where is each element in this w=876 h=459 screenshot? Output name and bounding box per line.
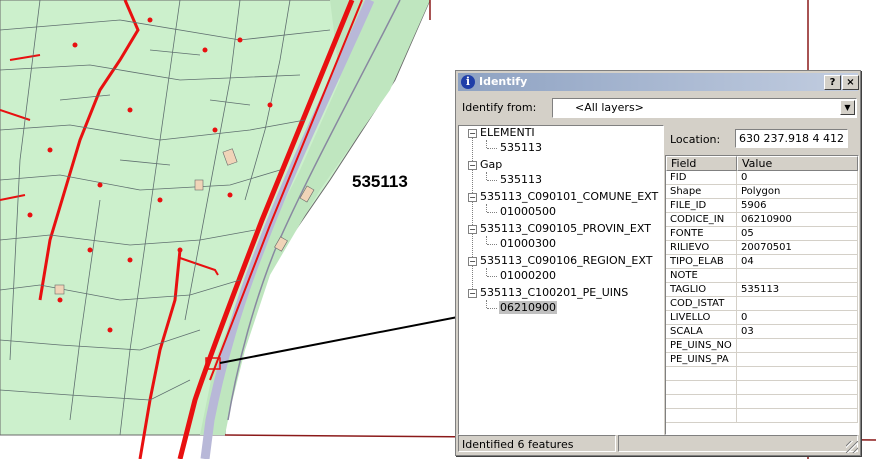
- collapse-toggle[interactable]: −: [468, 225, 477, 234]
- tree-layer-elementi[interactable]: ELEMENTI: [480, 126, 535, 139]
- attribute-value-cell[interactable]: [737, 353, 858, 367]
- attribute-field-cell[interactable]: FILE_ID: [666, 199, 737, 213]
- collapse-toggle[interactable]: −: [468, 129, 477, 138]
- attribute-field-cell[interactable]: TIPO_ELAB: [666, 255, 737, 269]
- status-pane: Identified 6 features: [458, 435, 616, 452]
- tree-layer-pe-uins[interactable]: 535113_C100201_PE_UINS: [480, 286, 628, 299]
- attribute-grid[interactable]: Field Value FID 0 Shape Polygon FILE_ID 5906 C…: [665, 155, 859, 435]
- location-value: 630 237.918 4 412 704: [739, 132, 847, 145]
- attribute-value-cell[interactable]: 05: [737, 227, 858, 241]
- attribute-field-cell[interactable]: FONTE: [666, 227, 737, 241]
- status-pane-empty: [618, 435, 858, 452]
- attribute-field-cell[interactable]: [666, 367, 737, 381]
- location-label: Location:: [670, 133, 721, 146]
- attribute-value-cell[interactable]: 20070501: [737, 241, 858, 255]
- tree-layer-comune[interactable]: 535113_C090101_COMUNE_EXT: [480, 190, 658, 203]
- attribute-field-cell[interactable]: PE_UINS_PA: [666, 353, 737, 367]
- status-text: Identified 6 features: [462, 438, 574, 451]
- attribute-field-cell[interactable]: FID: [666, 171, 737, 185]
- attribute-value-cell[interactable]: 535113: [737, 283, 858, 297]
- attribute-field-cell[interactable]: TAGLIO: [666, 283, 737, 297]
- status-bar: Identified 6 features: [458, 435, 858, 453]
- collapse-toggle[interactable]: −: [468, 289, 477, 298]
- info-icon: i: [461, 75, 475, 89]
- attribute-value-cell[interactable]: 03: [737, 325, 858, 339]
- attribute-field-cell[interactable]: SCALA: [666, 325, 737, 339]
- attribute-field-cell[interactable]: [666, 395, 737, 409]
- identify-from-dropdown[interactable]: <All layers> ▼: [552, 98, 857, 118]
- map-sheet-label: 535113: [352, 172, 408, 191]
- collapse-toggle[interactable]: −: [468, 257, 477, 266]
- location-field[interactable]: 630 237.918 4 412 704: [735, 129, 848, 148]
- attribute-value-cell[interactable]: [737, 367, 858, 381]
- tree-layer-region[interactable]: 535113_C090106_REGION_EXT: [480, 254, 652, 267]
- close-button[interactable]: ×: [842, 75, 859, 90]
- attribute-value-cell[interactable]: [737, 339, 858, 353]
- chevron-down-icon[interactable]: ▼: [840, 100, 855, 115]
- attribute-value-cell[interactable]: Polygon: [737, 185, 858, 199]
- resize-grip-icon[interactable]: [846, 441, 858, 453]
- help-button[interactable]: ?: [824, 75, 841, 90]
- tree-feature[interactable]: 01000500: [500, 205, 556, 218]
- dialog-titlebar[interactable]: i Identify ? ×: [458, 73, 859, 91]
- attribute-field-cell[interactable]: [666, 409, 737, 423]
- tree-feature[interactable]: 535113: [500, 173, 542, 186]
- attribute-value-cell[interactable]: [737, 297, 858, 311]
- attribute-field-cell[interactable]: NOTE: [666, 269, 737, 283]
- attribute-value-cell[interactable]: 06210900: [737, 213, 858, 227]
- identify-dialog: i Identify ? × Identify from: <All layer…: [455, 70, 861, 456]
- tree-feature-selected[interactable]: 06210900: [499, 301, 557, 314]
- tree-feature[interactable]: 01000200: [500, 269, 556, 282]
- attribute-value-cell[interactable]: 0: [737, 171, 858, 185]
- attribute-field-cell[interactable]: Shape: [666, 185, 737, 199]
- feature-tree[interactable]: − ELEMENTI 535113 − Gap 535113 − 535113_…: [458, 125, 664, 435]
- attribute-field-cell[interactable]: [666, 381, 737, 395]
- attribute-field-cell[interactable]: CODICE_IN: [666, 213, 737, 227]
- collapse-toggle[interactable]: −: [468, 161, 477, 170]
- attribute-value-cell[interactable]: 0: [737, 311, 858, 325]
- attribute-value-cell[interactable]: [737, 269, 858, 283]
- attribute-field-cell[interactable]: PE_UINS_NO: [666, 339, 737, 353]
- identify-from-label: Identify from:: [462, 101, 537, 114]
- attribute-field-cell[interactable]: COD_ISTAT: [666, 297, 737, 311]
- attribute-value-cell[interactable]: 5906: [737, 199, 858, 213]
- attribute-value-cell[interactable]: [737, 395, 858, 409]
- tree-layer-provin[interactable]: 535113_C090105_PROVIN_EXT: [480, 222, 651, 235]
- attribute-value-cell[interactable]: 04: [737, 255, 858, 269]
- attribute-value-cell[interactable]: [737, 381, 858, 395]
- tree-layer-gap[interactable]: Gap: [480, 158, 502, 171]
- identify-from-value: <All layers>: [575, 101, 644, 114]
- attribute-field-cell[interactable]: RILIEVO: [666, 241, 737, 255]
- attribute-value-cell[interactable]: [737, 409, 858, 423]
- collapse-toggle[interactable]: −: [468, 193, 477, 202]
- tree-feature[interactable]: 01000300: [500, 237, 556, 250]
- column-header-value[interactable]: Value: [737, 156, 858, 171]
- dialog-title: Identify: [479, 75, 528, 88]
- tree-feature[interactable]: 535113: [500, 141, 542, 154]
- attribute-field-cell[interactable]: LIVELLO: [666, 311, 737, 325]
- column-header-field[interactable]: Field: [666, 156, 737, 171]
